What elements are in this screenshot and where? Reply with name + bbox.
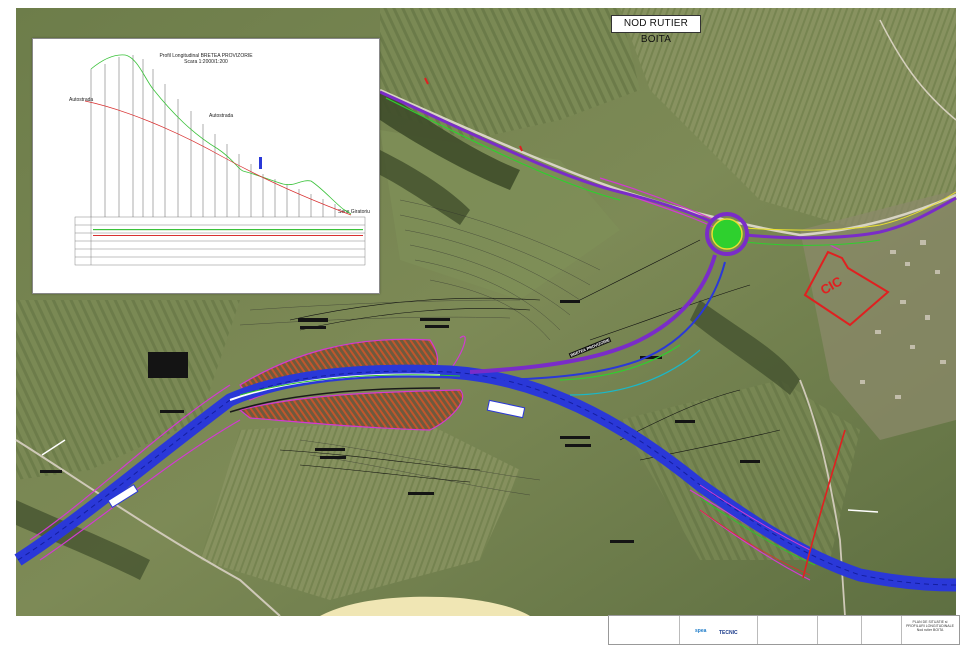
brand-tecnic: TECNIC (719, 630, 738, 636)
profile-chart (74, 54, 366, 266)
title-block-signatures (861, 616, 902, 644)
title-block-phase (817, 616, 862, 644)
map-title: NOD RUTIER BOITA (611, 15, 701, 45)
sheet-title-3: Nod rutier BOITA (916, 628, 944, 632)
profile-inset: Profil Longitudinal BRETEA PROVIZORIE Sc… (32, 38, 380, 294)
roundabout (705, 212, 749, 256)
title-block-project (757, 616, 818, 644)
brand-spea: spea (695, 628, 707, 634)
title-block-client (609, 616, 680, 644)
title-block: spea TECNIC PLAN DE SITUATIE si PROFILUR… (608, 615, 960, 645)
title-block-designer: spea TECNIC (679, 616, 758, 644)
title-block-sheet: PLAN DE SITUATIE si PROFILURI LONGITUDIN… (901, 616, 959, 644)
